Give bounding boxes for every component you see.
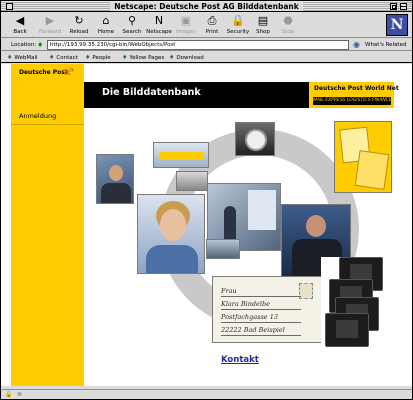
lock-icon: 🔒 bbox=[231, 14, 245, 27]
photo-laptop bbox=[206, 239, 240, 259]
toolbar-button-print[interactable]: ⎙ Print bbox=[199, 14, 225, 37]
status-bar: 🔓 ≋ bbox=[1, 389, 412, 399]
photo-post-sign bbox=[153, 142, 209, 168]
search-icon: ⚲ bbox=[127, 14, 137, 27]
toolbar-button-netscape[interactable]: N Netscape bbox=[146, 14, 172, 37]
toolbar-button-label: Stop bbox=[281, 29, 295, 35]
navigation-toolbar: N ◀ Back ▶ Forward ↻ Reload ⌂ Home ⚲ Search N Netsc… bbox=[1, 13, 412, 38]
toolbar-button-home[interactable]: ⌂ Home bbox=[93, 14, 119, 37]
letter-rule-line bbox=[221, 322, 301, 323]
toolbar-button-reload[interactable]: ↻ Reload bbox=[66, 14, 92, 37]
browser-window: Netscape: Deutsche Post AG Bilddatenbank… bbox=[0, 0, 413, 400]
whats-related-label[interactable]: What's Related bbox=[365, 39, 406, 51]
images-icon: ▣ bbox=[180, 14, 192, 27]
photo-handwritten-letter: Frau Klara Bindelbe Postfachgasse 13 22222 … bbox=[212, 276, 322, 343]
back-arrow-icon: ◀ bbox=[15, 14, 25, 27]
post-horn-logo-icon: 📯 bbox=[62, 66, 75, 77]
bookmark-icon: ♦ bbox=[169, 54, 175, 61]
worldnet-brand: Deutsche Post World Net bbox=[314, 85, 399, 92]
page-title: Die Bilddatenbank bbox=[102, 87, 201, 98]
toolbar-button-shop[interactable]: ▤ Shop bbox=[250, 14, 276, 37]
toolbar-button-stop[interactable]: ⬣ Stop bbox=[275, 14, 301, 37]
forward-arrow-icon: ▶ bbox=[45, 14, 55, 27]
netscape-icon: N bbox=[154, 14, 164, 27]
toolbar-button-label: Shop bbox=[256, 29, 270, 35]
whats-related-icon[interactable]: ◉ bbox=[353, 40, 363, 50]
photo-smiling-man bbox=[96, 154, 134, 204]
header-banner: Die Bilddatenbank Deutsche Post World Ne… bbox=[84, 82, 399, 108]
toolbar-button-label: Security bbox=[226, 29, 250, 35]
personal-toolbar-label: Download bbox=[176, 55, 204, 61]
letter-handwriting-line: Klara Bindelbe bbox=[221, 300, 270, 308]
bookmark-icon: ♦ bbox=[7, 54, 13, 61]
toolbar-button-label: Print bbox=[205, 29, 219, 35]
zoom-box[interactable] bbox=[390, 3, 397, 10]
toolbar-button-search[interactable]: ⚲ Search bbox=[119, 14, 145, 37]
letter-rule-line bbox=[221, 309, 301, 310]
shop-icon: ▤ bbox=[257, 14, 269, 27]
personal-toolbar-item-webmail[interactable]: ♦ WebMail bbox=[7, 52, 38, 64]
toolbar-button-label: Back bbox=[13, 29, 27, 35]
reload-icon: ↻ bbox=[74, 14, 84, 27]
personal-toolbar-item-yellow-pages[interactable]: ♦ Yellow Pages bbox=[122, 52, 164, 64]
print-icon: ⎙ bbox=[207, 14, 217, 27]
location-bar: Location: ♦ ◉ What's Related bbox=[1, 39, 412, 51]
netscape-throbber-logo[interactable]: N bbox=[386, 14, 408, 36]
image-collage: Frau Klara Bindelbe Postfachgasse 13 22222 … bbox=[89, 119, 394, 359]
kontakt-link[interactable]: Kontakt bbox=[221, 355, 259, 365]
sidebar-divider bbox=[11, 124, 84, 125]
bookmark-page-icon[interactable]: ♦ bbox=[37, 41, 45, 49]
sidebar-link-anmeldung[interactable]: Anmeldung bbox=[19, 112, 56, 120]
personal-toolbar-label: WebMail bbox=[14, 55, 38, 61]
toolbar-button-security[interactable]: 🔒 Security bbox=[225, 14, 251, 37]
toolbar-button-label: Images bbox=[175, 29, 197, 35]
security-lock-icon[interactable]: 🔓 bbox=[5, 391, 12, 399]
toolbar-button-label: Search bbox=[122, 29, 142, 35]
letter-rule-line bbox=[221, 296, 301, 297]
toolbar-button-label: Forward bbox=[38, 29, 62, 35]
personal-toolbar: ♦ WebMail ♦ Contact ♦ People ♦ Yellow Pages ♦ Dow… bbox=[1, 52, 412, 63]
url-input[interactable] bbox=[47, 40, 349, 50]
toolbar-button-label: Netscape bbox=[146, 29, 172, 35]
letter-handwriting-line: 22222 Bad Beispiel bbox=[221, 326, 285, 334]
toolbar-button-back[interactable]: ◀ Back bbox=[7, 14, 33, 37]
personal-toolbar-label: People bbox=[92, 55, 111, 61]
toolbar-button-label: Reload bbox=[69, 29, 89, 35]
brand-name: Deutsche Post bbox=[19, 69, 68, 76]
stop-icon: ⬣ bbox=[283, 14, 293, 27]
location-label: Location: bbox=[11, 42, 37, 48]
letter-rule-line bbox=[221, 335, 301, 336]
photo-disk-stack bbox=[321, 257, 389, 349]
photo-yellow-postcards bbox=[334, 121, 392, 193]
personal-toolbar-label: Yellow Pages bbox=[129, 55, 165, 61]
personal-toolbar-item-people[interactable]: ♦ People bbox=[85, 52, 111, 64]
personal-toolbar-item-contact[interactable]: ♦ Contact bbox=[49, 52, 78, 64]
worldnet-logo: Deutsche Post World Net MAIL EXPRESS LOG… bbox=[308, 82, 399, 108]
toolbar-button-images[interactable]: ▣ Images bbox=[173, 14, 199, 37]
collapse-box[interactable] bbox=[400, 3, 407, 10]
title-bar[interactable]: Netscape: Deutsche Post AG Bilddatenbank bbox=[1, 1, 412, 12]
page-content: Deutsche Post 📯 Anmeldung Die Bilddatenb… bbox=[1, 64, 412, 386]
personal-toolbar-item-download[interactable]: ♦ Download bbox=[169, 52, 204, 64]
bookmark-icon: ♦ bbox=[122, 54, 128, 61]
letter-handwriting-line: Frau bbox=[221, 287, 237, 295]
letter-handwriting-line: Postfachgasse 13 bbox=[221, 313, 278, 321]
window-title: Netscape: Deutsche Post AG Bilddatenbank bbox=[1, 1, 412, 12]
worldnet-tagline: MAIL EXPRESS LOGISTICS FINANCE bbox=[313, 97, 392, 105]
bookmark-icon: ♦ bbox=[49, 54, 55, 61]
bookmark-icon: ♦ bbox=[85, 54, 91, 61]
personal-toolbar-label: Contact bbox=[56, 55, 78, 61]
toolbar-button-label: Home bbox=[97, 29, 115, 35]
photo-clock bbox=[235, 122, 275, 156]
photo-headset-woman bbox=[137, 194, 205, 274]
photo-small-scene bbox=[176, 171, 208, 191]
home-icon: ⌂ bbox=[102, 14, 110, 27]
toolbar-button-forward[interactable]: ▶ Forward bbox=[37, 14, 63, 37]
connection-icon: ≋ bbox=[17, 391, 23, 398]
